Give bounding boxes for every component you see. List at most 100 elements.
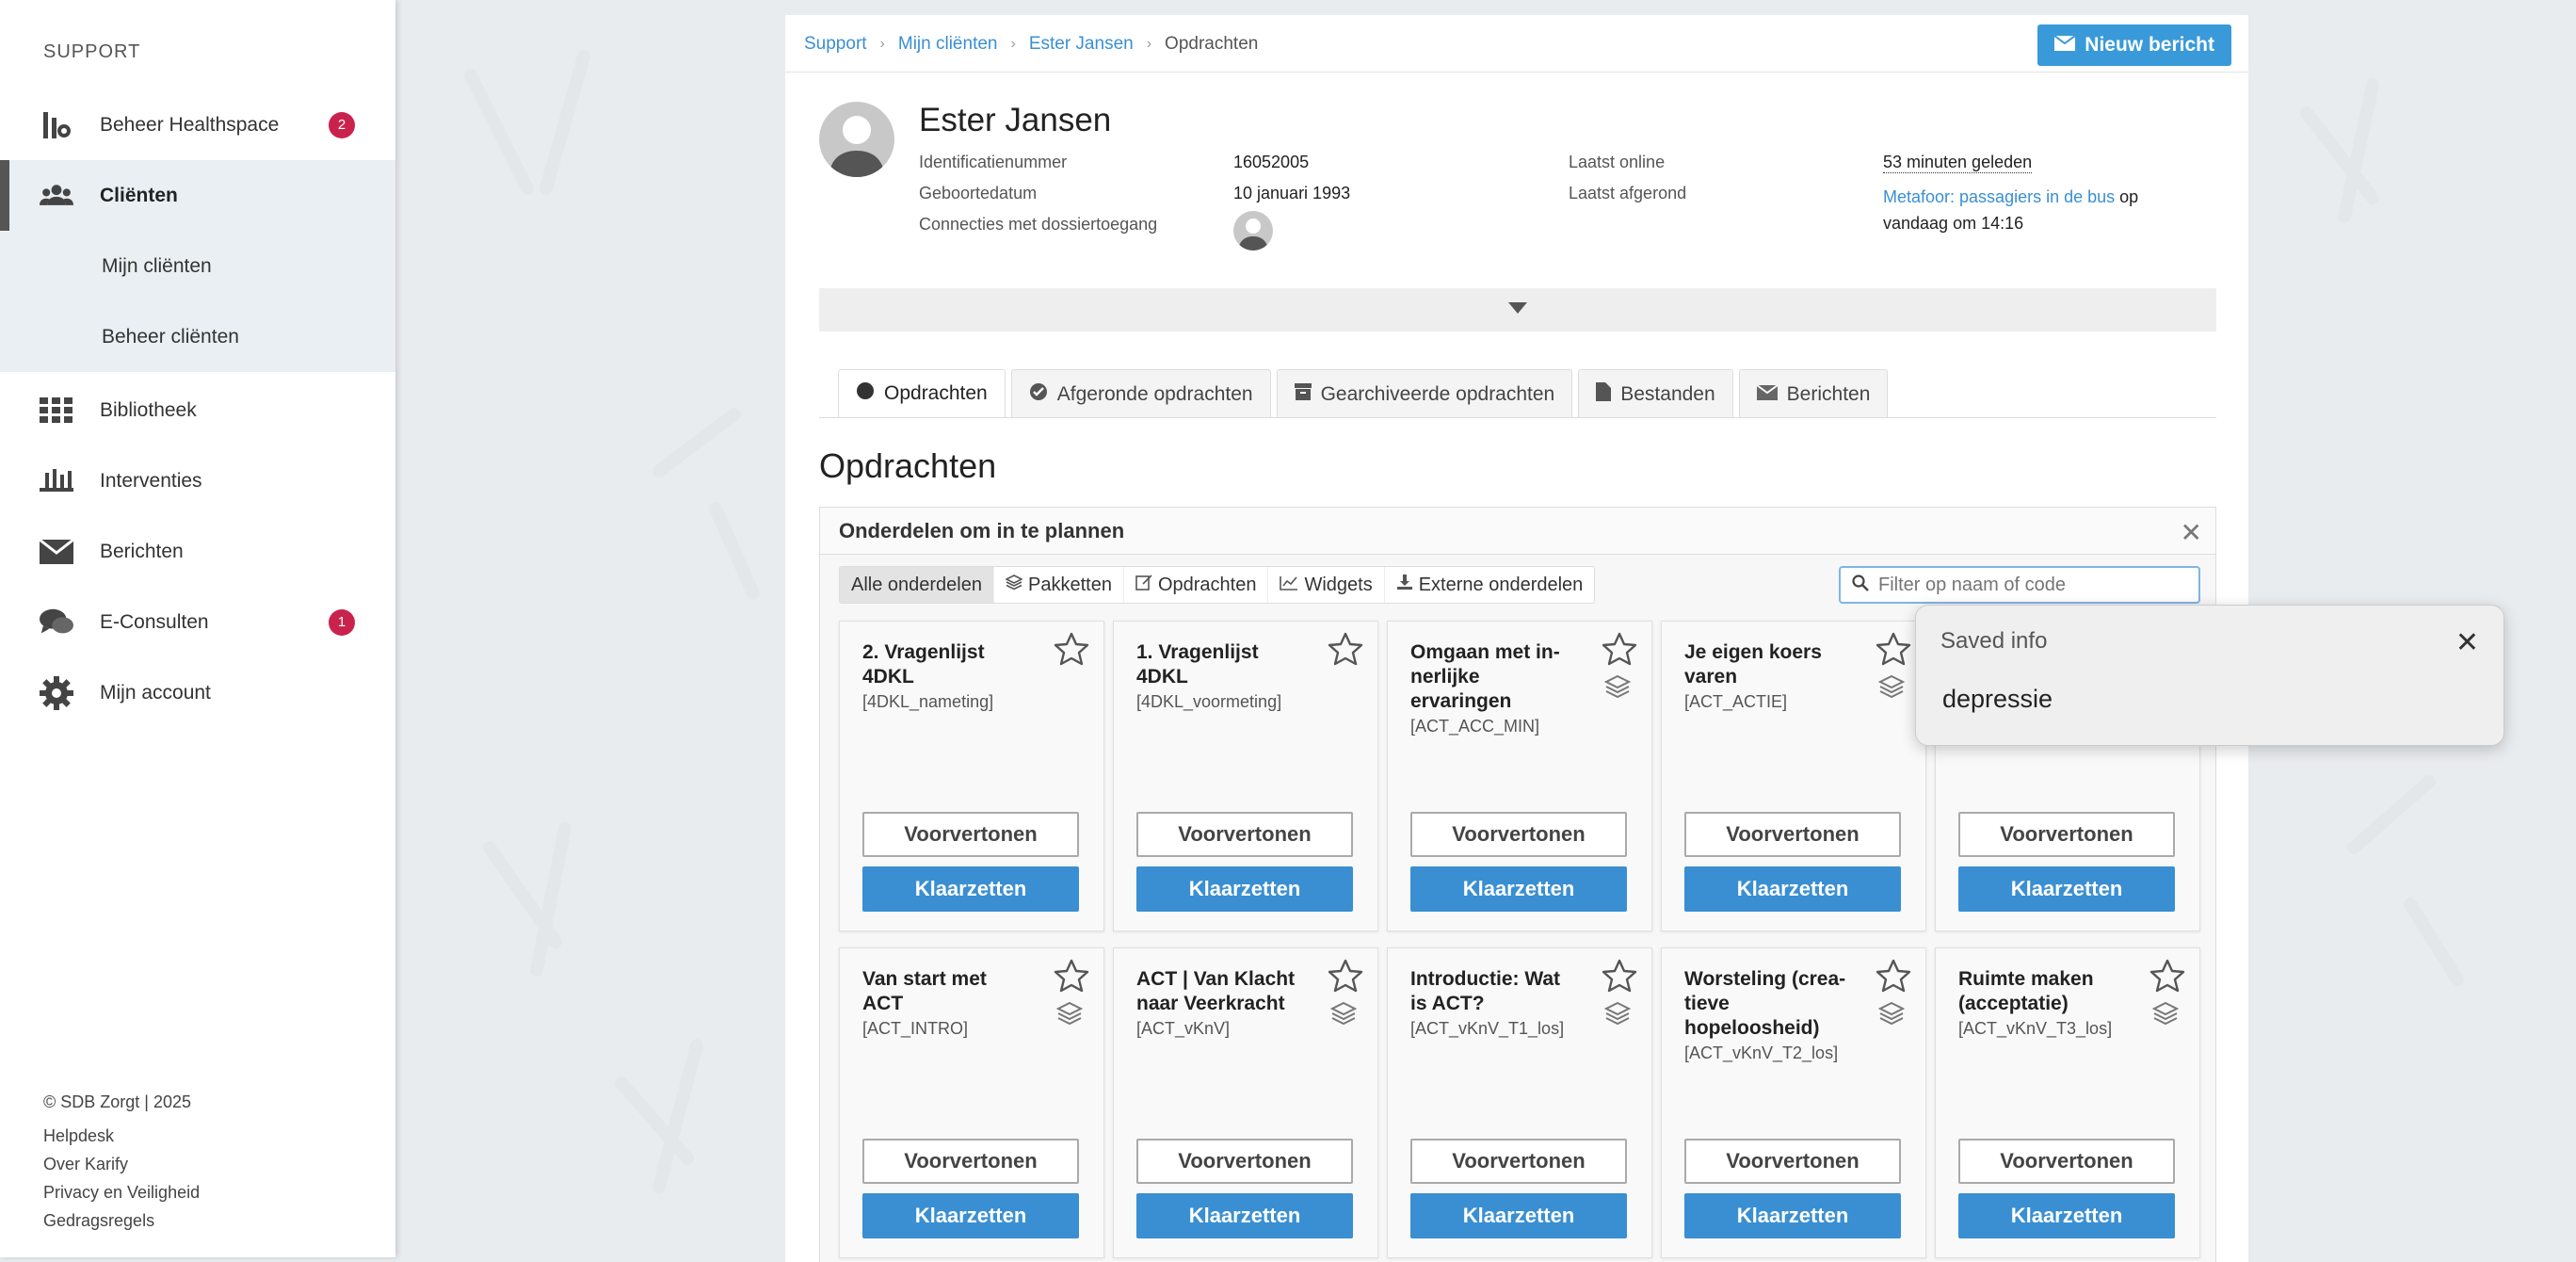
footer-link-helpdesk[interactable]: Helpdesk [43, 1126, 114, 1146]
breadcrumb: Support › Mijn cliënten › Ester Jansen ›… [804, 34, 1258, 55]
breadcrumb-client[interactable]: Ester Jansen [1029, 34, 1134, 55]
search-field[interactable] [1839, 566, 2200, 604]
card-title: Ruimte maken (acceptatie) [ACT_vKnV_T3_lo… [1958, 967, 2128, 1041]
sidebar-item-mijn-account[interactable]: Mijn account [0, 657, 395, 728]
card-code: [ACT_vKnV_T2_los] [1684, 1044, 1839, 1062]
card-code: [ACT_INTRO] [862, 1019, 969, 1038]
tab-divider [819, 417, 2216, 418]
footer-link-privacy[interactable]: Privacy en Veiligheid [43, 1183, 200, 1203]
item-card: Introductie: Wat is ACT? [ACT_vKnV_T1_los… [1387, 947, 1652, 1258]
saved-info-suggestion[interactable]: depressie [1942, 685, 2053, 714]
edit-icon [1135, 574, 1152, 596]
card-title: 1. Vragenlijst 4DKL [4DKL_voormeting] [1136, 640, 1306, 714]
filter-tab-label: Externe onderdelen [1418, 574, 1584, 595]
star-icon[interactable] [1601, 958, 1638, 1000]
filter-tab-opdrachten[interactable]: Opdrachten [1124, 567, 1269, 603]
star-icon[interactable] [1327, 958, 1364, 1000]
star-icon[interactable] [1875, 631, 1912, 673]
line-chart-icon [1280, 574, 1298, 596]
search-input[interactable] [1878, 574, 2180, 596]
breadcrumb-mijn-clienten[interactable]: Mijn cliënten [898, 34, 998, 55]
star-icon[interactable] [1875, 958, 1912, 1000]
last-done-value: Metafoor: passagiers in de bus op vandaa… [1883, 184, 2203, 236]
preview-button[interactable]: Voorvertonen [1136, 1139, 1353, 1184]
schedule-button[interactable]: Klaarzetten [1410, 1193, 1627, 1238]
last-online-label: Laatst online [1569, 153, 1666, 171]
preview-button[interactable]: Voorvertonen [1958, 812, 2175, 857]
preview-button[interactable]: Voorvertonen [1684, 1139, 1901, 1184]
notification-badge: 2 [329, 111, 355, 138]
card-title: Introductie: Wat is ACT? [ACT_vKnV_T1_los… [1410, 967, 1580, 1041]
filter-tabs: Alle onderdelen Pakketten Opdrachten Wid… [839, 566, 1596, 604]
sidebar-item-interventies[interactable]: Interventies [0, 445, 395, 516]
import-icon [1396, 574, 1413, 596]
star-icon[interactable] [1327, 631, 1364, 673]
item-card: Van start met ACT [ACT_INTRO] Voorvertone… [839, 947, 1104, 1258]
card-code: [ACT_ACC_MIN] [1410, 717, 1540, 736]
sidebar-item-beheer-clienten[interactable]: Beheer cliënten [0, 301, 395, 372]
client-name: Ester Jansen [919, 102, 1112, 138]
schedule-button[interactable]: Klaarzetten [862, 866, 1079, 912]
sidebar-item-bibliotheek[interactable]: Bibliotheek [0, 375, 395, 445]
schedule-button[interactable]: Klaarzetten [1684, 866, 1901, 912]
breadcrumb-support[interactable]: Support [804, 34, 867, 55]
close-icon[interactable]: ✕ [2181, 517, 2202, 548]
preview-button[interactable]: Voorvertonen [862, 1139, 1079, 1184]
preview-button[interactable]: Voorvertonen [1410, 812, 1627, 857]
chevron-right-icon: › [879, 36, 885, 52]
sidebar-item-mijn-clienten[interactable]: Mijn cliënten [0, 231, 395, 301]
star-icon[interactable] [1601, 631, 1638, 673]
search-icon [1852, 574, 1869, 596]
schedule-button[interactable]: Klaarzetten [1684, 1193, 1901, 1238]
preview-button[interactable]: Voorvertonen [1136, 812, 1353, 857]
card-title: ACT | Van Klacht naar Veerkracht [ACT_vKn… [1136, 967, 1306, 1041]
sidebar-item-e-consulten[interactable]: E-Consulten 1 [0, 587, 395, 657]
filter-tab-widgets[interactable]: Widgets [1268, 567, 1385, 603]
preview-button[interactable]: Voorvertonen [1684, 812, 1901, 857]
sidebar-item-label: Beheer Healthspace [100, 113, 280, 136]
star-icon[interactable] [1053, 958, 1090, 1000]
sidebar-section-title: SUPPORT [43, 41, 141, 62]
footer-link-over-karify[interactable]: Over Karify [43, 1155, 128, 1174]
tab-gearchiveerde-opdrachten[interactable]: Gearchiveerde opdrachten [1276, 369, 1573, 418]
expand-details-bar[interactable] [819, 288, 2216, 332]
star-icon[interactable] [2149, 958, 2186, 1000]
users-icon [40, 179, 73, 213]
check-circle-icon [1029, 382, 1048, 407]
filter-tab-extern[interactable]: Externe onderdelen [1385, 567, 1595, 603]
connection-avatar[interactable] [1233, 211, 1273, 251]
last-done-suffix: op [2115, 187, 2139, 206]
new-message-button[interactable]: Nieuw bericht [2037, 24, 2231, 66]
schedule-button[interactable]: Klaarzetten [1958, 866, 2175, 912]
item-card: Omgaan met in-nerlijke ervaringen [ACT_AC… [1387, 621, 1652, 931]
schedule-button[interactable]: Klaarzetten [1410, 866, 1627, 912]
card-code: [ACT_vKnV] [1136, 1019, 1231, 1038]
schedule-button[interactable]: Klaarzetten [1136, 866, 1353, 912]
sidebar-item-label: E-Consulten [100, 610, 209, 633]
filter-tab-alle[interactable]: Alle onderdelen [840, 567, 994, 603]
schedule-button[interactable]: Klaarzetten [1958, 1193, 2175, 1238]
sidebar: SUPPORT Beheer Healthspace 2 Cliënten Mi… [0, 0, 395, 1257]
filter-tab-pakketten[interactable]: Pakketten [994, 567, 1124, 603]
star-icon[interactable] [1053, 631, 1090, 673]
item-card: 2. Vragenlijst 4DKL [4DKL_nameting] Voorv… [839, 621, 1104, 931]
sidebar-item-berichten[interactable]: Berichten [0, 516, 395, 587]
card-code: [4DKL_nameting] [862, 692, 994, 711]
close-icon[interactable]: ✕ [2455, 626, 2479, 659]
tab-afgeronde-opdrachten[interactable]: Afgeronde opdrachten [1010, 369, 1271, 418]
sidebar-item-clienten[interactable]: Cliënten [0, 160, 395, 231]
notification-badge: 1 [329, 608, 355, 636]
last-done-link[interactable]: Metafoor: passagiers in de bus [1883, 187, 2115, 206]
footer-link-gedragsregels[interactable]: Gedragsregels [43, 1211, 154, 1231]
tab-opdrachten[interactable]: Opdrachten [838, 369, 1006, 418]
tab-bestanden[interactable]: Bestanden [1578, 369, 1733, 418]
schedule-button[interactable]: Klaarzetten [862, 1193, 1079, 1238]
filter-tab-label: Alle onderdelen [851, 574, 982, 595]
tab-berichten[interactable]: Berichten [1738, 369, 1889, 418]
layers-icon [1005, 574, 1023, 596]
preview-button[interactable]: Voorvertonen [1958, 1139, 2175, 1184]
preview-button[interactable]: Voorvertonen [1410, 1139, 1627, 1184]
schedule-button[interactable]: Klaarzetten [1136, 1193, 1353, 1238]
sidebar-item-beheer-healthspace[interactable]: Beheer Healthspace 2 [0, 89, 395, 160]
preview-button[interactable]: Voorvertonen [862, 812, 1079, 857]
